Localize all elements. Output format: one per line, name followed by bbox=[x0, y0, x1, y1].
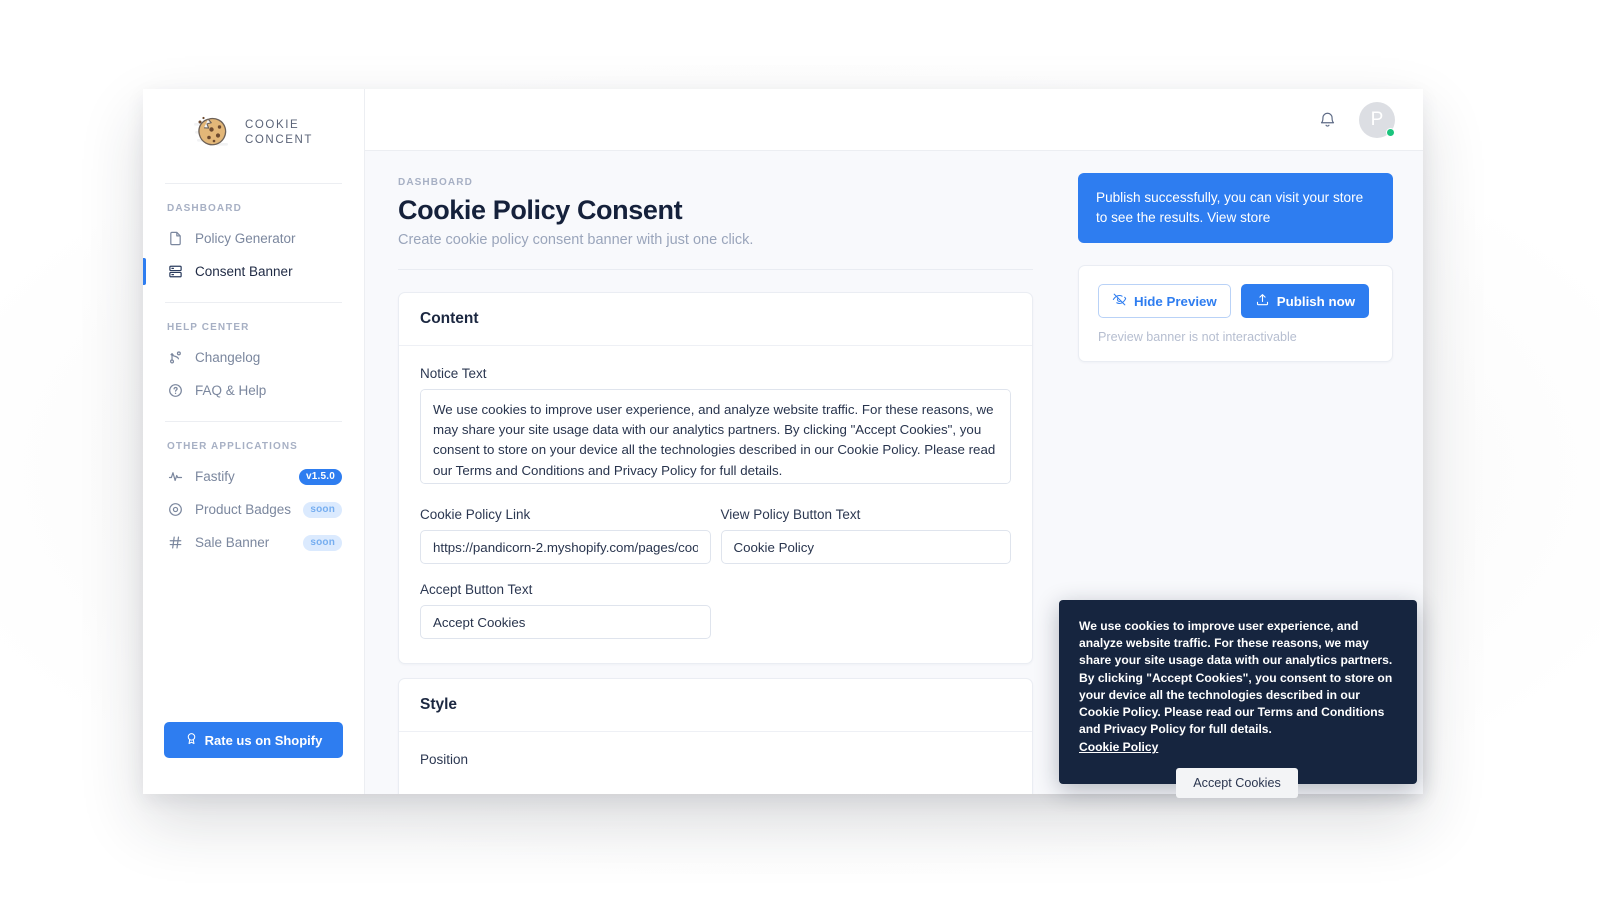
app-logo[interactable]: COOKIE CONCENT bbox=[143, 89, 364, 169]
publish-now-button[interactable]: Publish now bbox=[1240, 284, 1370, 319]
notice-text-label: Notice Text bbox=[420, 366, 487, 381]
sidebar-item-policy-generator[interactable]: Policy Generator bbox=[143, 222, 364, 255]
sidebar-section-dashboard-label: DASHBOARD bbox=[167, 203, 242, 214]
sidebar-item-label: Policy Generator bbox=[195, 231, 296, 246]
view-policy-button-text-input[interactable] bbox=[720, 530, 1011, 564]
preview-banner-text: We use cookies to improve user experienc… bbox=[1079, 619, 1393, 737]
publish-success-toast: Publish successfully, you can visit your… bbox=[1078, 173, 1393, 244]
rate-button-label: Rate us on Shopify bbox=[204, 732, 323, 748]
style-card: Style Position bbox=[398, 678, 1033, 794]
sidebar-item-product-badges[interactable]: Product Badges soon bbox=[143, 493, 364, 526]
branch-icon bbox=[167, 349, 184, 366]
banner-stack-icon bbox=[167, 263, 184, 280]
sidebar-item-changelog[interactable]: Changelog bbox=[143, 341, 364, 374]
accept-button-text-label: Accept Button Text bbox=[420, 582, 533, 597]
notice-text-input[interactable] bbox=[420, 389, 1011, 484]
avatar[interactable]: P bbox=[1359, 101, 1395, 138]
sidebar-section-help-label: HELP CENTER bbox=[167, 322, 250, 333]
publish-now-label: Publish now bbox=[1276, 293, 1356, 309]
sidebar-badge-soon: soon bbox=[303, 534, 342, 551]
accept-button-text-input[interactable] bbox=[420, 605, 711, 639]
sidebar-item-fastify[interactable]: Fastify v1.5.0 bbox=[143, 460, 364, 493]
divider bbox=[398, 269, 1033, 270]
cookie-consent-preview-banner: We use cookies to improve user experienc… bbox=[1059, 600, 1417, 799]
rate-us-on-shopify-button[interactable]: Rate us on Shopify bbox=[164, 722, 343, 758]
sidebar-badge-version: v1.5.0 bbox=[298, 468, 342, 485]
sidebar-badge-soon: soon bbox=[303, 501, 342, 518]
upload-icon bbox=[1255, 292, 1270, 310]
page-subtitle: Create cookie policy consent banner with… bbox=[398, 232, 754, 248]
avatar-initial: P bbox=[1370, 108, 1384, 130]
cookie-policy-link-label: Cookie Policy Link bbox=[420, 507, 531, 522]
logo-text: COOKIE CONCENT bbox=[244, 118, 314, 146]
sidebar-item-consent-banner[interactable]: Consent Banner bbox=[143, 255, 364, 288]
page-title: Cookie Policy Consent bbox=[398, 195, 683, 225]
sidebar-section-other-apps-label: OTHER APPLICATIONS bbox=[167, 441, 298, 452]
bell-icon[interactable] bbox=[1318, 110, 1337, 129]
content-card: Content Notice Text Cookie Policy Link V… bbox=[398, 292, 1033, 664]
online-status-dot bbox=[1386, 127, 1395, 137]
sidebar-item-sale-banner[interactable]: Sale Banner soon bbox=[143, 526, 364, 559]
sidebar-item-label: Product Badges bbox=[195, 502, 292, 517]
content-card-heading: Content bbox=[399, 293, 1032, 346]
preview-accept-cookies-button: Accept Cookies bbox=[1176, 768, 1298, 799]
sidebar-item-faq-help[interactable]: FAQ & Help bbox=[143, 374, 364, 407]
topbar: P bbox=[365, 89, 1423, 151]
sidebar-item-label: Fastify bbox=[195, 469, 235, 484]
activity-pulse-icon bbox=[167, 468, 184, 485]
preview-note: Preview banner is not interactivable bbox=[1098, 330, 1297, 345]
question-circle-icon bbox=[167, 382, 184, 399]
sidebar-item-label: Sale Banner bbox=[195, 535, 270, 550]
hide-preview-button[interactable]: Hide Preview bbox=[1098, 284, 1231, 319]
hide-preview-label: Hide Preview bbox=[1134, 293, 1217, 309]
document-icon bbox=[167, 230, 184, 247]
cookie-icon bbox=[193, 116, 236, 150]
sidebar-item-label: Changelog bbox=[195, 350, 261, 365]
sidebar-item-label: Consent Banner bbox=[195, 264, 293, 279]
preview-actions-panel: Hide Preview Publish now Preview banner … bbox=[1078, 265, 1393, 363]
hash-icon bbox=[167, 534, 184, 551]
sidebar: COOKIE CONCENT DASHBOARD Policy Generator bbox=[143, 89, 365, 794]
award-icon bbox=[185, 732, 198, 748]
position-label: Position bbox=[420, 752, 469, 767]
breadcrumb: DASHBOARD bbox=[398, 177, 473, 188]
sidebar-item-label: FAQ & Help bbox=[195, 383, 267, 398]
preview-banner-policy-link: Cookie Policy bbox=[1079, 740, 1159, 755]
style-card-heading: Style bbox=[399, 679, 1032, 732]
view-policy-button-text-label: View Policy Button Text bbox=[720, 507, 861, 522]
target-disc-icon bbox=[167, 501, 184, 518]
eye-off-icon bbox=[1112, 292, 1127, 310]
cookie-policy-link-input[interactable] bbox=[420, 530, 711, 564]
settings-column: DASHBOARD Cookie Policy Consent Create c… bbox=[365, 151, 1063, 794]
